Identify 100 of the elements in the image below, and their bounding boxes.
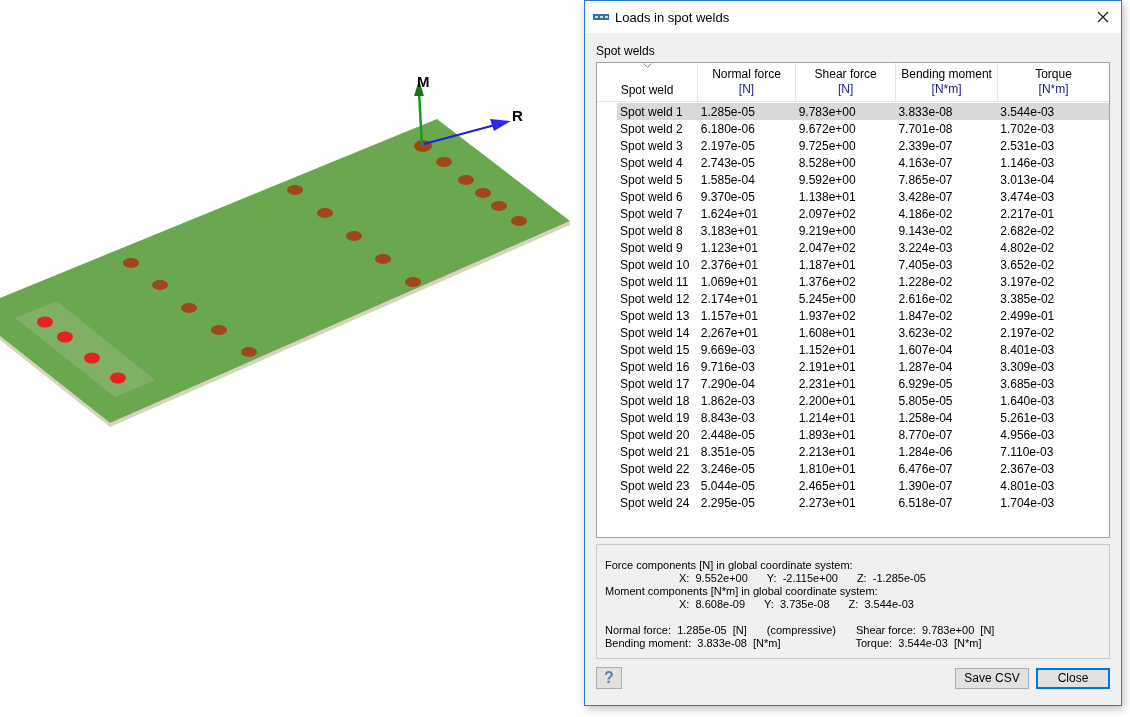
force-component: Y: -2.115e+00 xyxy=(766,572,838,585)
group-label: Spot welds xyxy=(596,44,656,58)
moment-component: Z: 3.544e-03 xyxy=(848,598,914,611)
dialog-button[interactable]: Close xyxy=(1036,667,1110,689)
table-cell-text: 8.843e-03 xyxy=(699,410,756,425)
table-cell-text: 4.801e-03 xyxy=(999,478,1056,493)
summary-value: Normal force: 1.285e-05 [N] xyxy=(605,624,747,637)
column-header[interactable]: Shear force [N] xyxy=(796,63,897,101)
table-row[interactable]: Spot weld 17 7.290e-04 2.231e+01 6.929e-05 3.685e-03 xyxy=(617,375,1109,392)
table-cell-text: 3.385e-02 xyxy=(999,291,1056,306)
column-header[interactable]: Bending moment [N*m] xyxy=(896,63,999,101)
table-row[interactable]: Spot weld 8 3.183e+01 9.219e+00 9.143e-02 2.682e-02 xyxy=(617,222,1109,239)
table-cell-text: 4.163e-07 xyxy=(897,155,954,170)
table-cell-text: 4.956e-03 xyxy=(999,427,1056,442)
summary-value: Torque: 3.544e-03 [N*m] xyxy=(855,637,982,650)
summary-value: (compressive) xyxy=(766,624,836,637)
table-row[interactable]: Spot weld 3 2.197e-05 9.725e+00 2.339e-07 2.531e-03 xyxy=(617,137,1109,154)
table-cell-text: 1.608e+01 xyxy=(797,325,857,340)
table-cell-text: 4.186e-02 xyxy=(897,206,954,221)
table-cell-text: 9.716e-03 xyxy=(699,359,756,374)
table-row[interactable]: Spot weld 11 1.069e+01 1.376e+02 1.228e-02 3.197e-02 xyxy=(617,273,1109,290)
table-cell-text: 2.531e-03 xyxy=(999,138,1056,153)
table-cell-text: Spot weld 13 xyxy=(619,308,691,323)
table-cell-text: 2.616e-02 xyxy=(897,291,954,306)
table-cell-text: Spot weld 12 xyxy=(619,291,691,306)
table-cell-text: 3.833e-08 xyxy=(897,104,954,119)
table-cell-text: 1.624e+01 xyxy=(699,206,759,221)
table-cell-text: 9.783e+00 xyxy=(797,104,857,119)
close-icon[interactable] xyxy=(1097,11,1109,23)
column-header[interactable]: Spot weld xyxy=(597,63,698,101)
table-cell-text: 2.197e-05 xyxy=(699,138,756,153)
table-row[interactable]: Spot weld 12 2.174e+01 5.245e+00 2.616e-02 3.385e-02 xyxy=(617,290,1109,307)
table-row[interactable]: Spot weld 7 1.624e+01 2.097e+02 4.186e-02 2.217e-01 xyxy=(617,205,1109,222)
table-cell-text: 1.640e-03 xyxy=(999,393,1056,408)
table-row[interactable]: Spot weld 4 2.743e-05 8.528e+00 4.163e-07 1.146e-03 xyxy=(617,154,1109,171)
moment-heading: Moment components [N*m] in global coordinate system: xyxy=(605,585,879,598)
table-cell-text: 7.701e-08 xyxy=(897,121,954,136)
table-cell-text: 2.047e+02 xyxy=(797,240,857,255)
table-cell-text: 2.200e+01 xyxy=(797,393,857,408)
table-row[interactable]: Spot weld 20 2.448e-05 1.893e+01 8.770e-07 4.956e-03 xyxy=(617,426,1109,443)
table-cell-text: 3.652e-02 xyxy=(999,257,1056,272)
table-cell-text: Spot weld 3 xyxy=(619,138,684,153)
table-cell-text: Spot weld 1 xyxy=(619,104,684,119)
table-cell-text: Spot weld 10 xyxy=(619,257,691,272)
table-cell-text: 3.197e-02 xyxy=(999,274,1056,289)
table-cell-text: Spot weld 15 xyxy=(619,342,691,357)
table-row[interactable]: Spot weld 6 9.370e-05 1.138e+01 3.428e-07 3.474e-03 xyxy=(617,188,1109,205)
table-cell-text: 1.810e+01 xyxy=(797,461,857,476)
table-cell-text: Spot weld 21 xyxy=(619,444,691,459)
table-cell-text: 1.937e+02 xyxy=(797,308,857,323)
table-row[interactable]: Spot weld 16 9.716e-03 2.191e+01 1.287e-04 3.309e-03 xyxy=(617,358,1109,375)
table-row[interactable]: Spot weld 15 9.669e-03 1.152e+01 1.607e-04 8.401e-03 xyxy=(617,341,1109,358)
table-row[interactable]: Spot weld 19 8.843e-03 1.214e+01 1.258e-04 5.261e-03 xyxy=(617,409,1109,426)
column-header[interactable]: Torque [N*m] xyxy=(998,63,1109,101)
summary-value: Shear force: 9.783e+00 [N] xyxy=(855,624,995,637)
table-row[interactable]: Spot weld 18 1.862e-03 2.200e+01 5.805e-05 1.640e-03 xyxy=(617,392,1109,409)
table-row[interactable]: Spot weld 9 1.123e+01 2.047e+02 3.224e-03 4.802e-02 xyxy=(617,239,1109,256)
table-row[interactable]: Spot weld 13 1.157e+01 1.937e+02 1.847e-02 2.499e-01 xyxy=(617,307,1109,324)
moment-component: X: 8.608e-09 xyxy=(679,598,746,611)
dialog-button[interactable]: Save CSV xyxy=(955,667,1029,689)
table-row[interactable]: Spot weld 2 6.180e-06 9.672e+00 7.701e-08 1.702e-03 xyxy=(617,120,1109,137)
table-cell-text: 3.685e-03 xyxy=(999,376,1056,391)
axis-label: M xyxy=(417,73,430,90)
table-cell-text: Spot weld 2 xyxy=(619,121,684,136)
table-cell-text: 2.174e+01 xyxy=(699,291,759,306)
table-cell-text: 1.258e-04 xyxy=(897,410,954,425)
table-cell-text: 1.862e-03 xyxy=(699,393,756,408)
table-cell-text: Spot weld 20 xyxy=(619,427,691,442)
column-header[interactable]: Normal force [N] xyxy=(698,63,797,101)
table-row[interactable]: Spot weld 5 1.585e-04 9.592e+00 7.865e-07 3.013e-04 xyxy=(617,171,1109,188)
table-cell-text: 9.669e-03 xyxy=(699,342,756,357)
table-row[interactable]: Spot weld 14 2.267e+01 1.608e+01 3.623e-02 2.197e-02 xyxy=(617,324,1109,341)
table-cell-text: 3.474e-03 xyxy=(999,189,1056,204)
table-cell-text: 1.287e-04 xyxy=(897,359,954,374)
table-row[interactable]: Spot weld 21 8.351e-05 2.213e+01 1.284e-06 7.110e-03 xyxy=(617,443,1109,460)
table-row[interactable]: Spot weld 22 3.246e-05 1.810e+01 6.476e-07 2.367e-03 xyxy=(617,460,1109,477)
table-row[interactable]: Spot weld 23 5.044e-05 2.465e+01 1.390e-07 4.801e-03 xyxy=(617,477,1109,494)
table-cell-text: 2.273e+01 xyxy=(797,495,857,510)
table-cell-text: Spot weld 8 xyxy=(619,223,684,238)
table-row[interactable]: Spot weld 1 1.285e-05 9.783e+00 3.833e-08 3.544e-03 xyxy=(617,103,1109,120)
table-cell-text: 2.213e+01 xyxy=(797,444,857,459)
table-cell-text: 9.143e-02 xyxy=(897,223,954,238)
table-row[interactable]: Spot weld 24 2.295e-05 2.273e+01 6.518e-07 1.704e-03 xyxy=(617,494,1109,511)
table-cell-text: 6.476e-07 xyxy=(897,461,954,476)
table-cell-text: 2.499e-01 xyxy=(999,308,1056,323)
table-cell-text: Spot weld 5 xyxy=(619,172,684,187)
table-cell-text: 8.351e-05 xyxy=(699,444,756,459)
table-cell-text: 6.518e-07 xyxy=(897,495,954,510)
sort-caret-icon xyxy=(643,63,652,68)
table-cell-text: 1.702e-03 xyxy=(999,121,1056,136)
table-row[interactable]: Spot weld 10 2.376e+01 1.187e+01 7.405e-03 3.652e-02 xyxy=(617,256,1109,273)
table-cell-text: 2.448e-05 xyxy=(699,427,756,442)
table-cell-text: 1.704e-03 xyxy=(999,495,1056,510)
force-component: X: 9.552e+00 xyxy=(679,572,748,585)
table-cell-text: 3.183e+01 xyxy=(699,223,759,238)
table-cell-text: 1.123e+01 xyxy=(699,240,759,255)
table-cell-text: 3.246e-05 xyxy=(699,461,756,476)
table-cell-text: 3.224e-03 xyxy=(897,240,954,255)
table-cell-text: 1.146e-03 xyxy=(999,155,1056,170)
table-cell-text: Spot weld 19 xyxy=(619,410,691,425)
